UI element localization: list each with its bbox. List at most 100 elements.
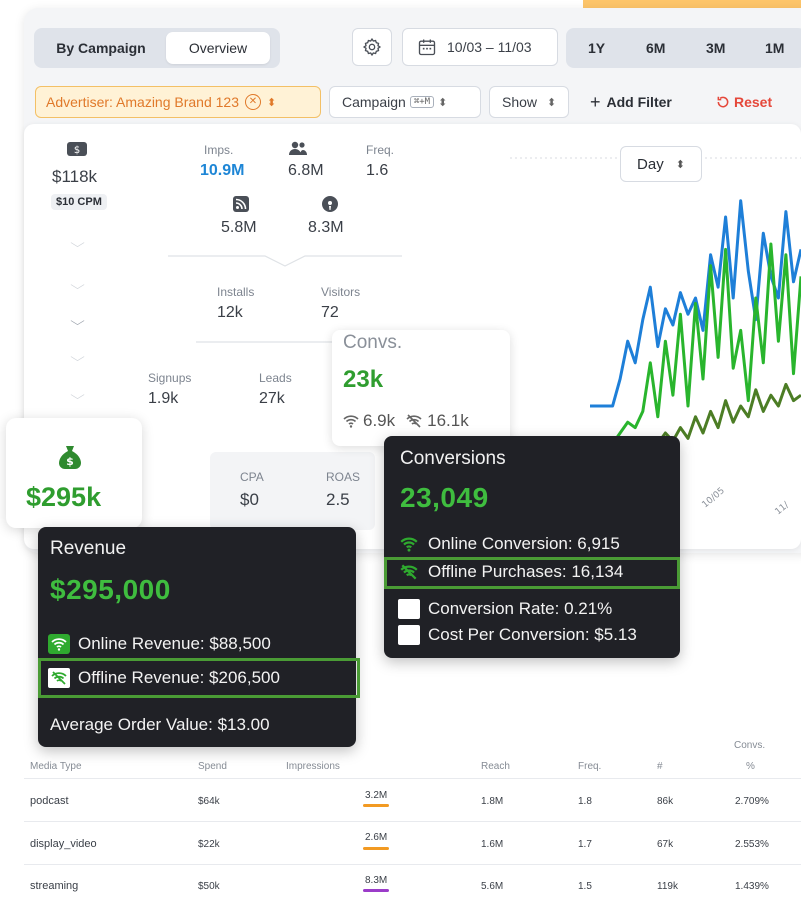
chart-series-line-1[interactable] <box>590 242 801 446</box>
cell-media-type: display_video <box>30 838 97 850</box>
conversion-rate-line: Conversion Rate: 0.21% <box>398 599 612 619</box>
convs-card-value: 23k <box>343 366 384 393</box>
cell-pct: 2.709% <box>735 796 769 807</box>
dashboard: By Campaign Overview 10/03 – 11/03 1Y 6M… <box>0 0 801 905</box>
cell-impressions: 8.3M <box>365 875 388 886</box>
cell-freq: 1.5 <box>578 881 592 892</box>
wifi-icon <box>343 415 359 428</box>
chevron-down-icon: ⌵ <box>70 388 85 402</box>
tab-by-campaign[interactable]: By Campaign <box>40 32 162 64</box>
table-header-count[interactable]: # <box>657 761 663 772</box>
reset-button[interactable]: Reset <box>716 86 772 118</box>
cell-freq: 1.7 <box>578 839 592 850</box>
date-range-picker[interactable]: 10/03 – 11/03 <box>402 28 558 66</box>
revenue-aov-text: Average Order Value: $13.00 <box>50 715 270 734</box>
show-filter-button[interactable]: Show ⬍ <box>489 86 569 118</box>
plus-icon: + <box>590 91 601 112</box>
table-header-reach[interactable]: Reach <box>481 761 510 772</box>
range-6m-button[interactable]: 6M <box>646 28 665 68</box>
leads-label: Leads <box>259 371 292 385</box>
range-1m-button[interactable]: 1M <box>765 28 784 68</box>
table-header-spend[interactable]: Spend <box>198 761 227 772</box>
impressions-bar <box>363 804 389 807</box>
tab-overview[interactable]: Overview <box>166 32 270 64</box>
conversions-online-text: Online Conversion: 6,915 <box>428 534 620 553</box>
blank-icon <box>398 599 420 619</box>
wifi-off-icon <box>48 668 70 688</box>
table-group-header: Convs. <box>734 740 766 751</box>
date-range-label: 10/03 – 11/03 <box>447 39 532 55</box>
cell-impressions: 2.6M <box>365 832 388 843</box>
cell-media-type: podcast <box>30 795 69 807</box>
reset-icon <box>717 96 729 108</box>
signups-value: 1.9k <box>148 390 179 407</box>
cell-spend: $64k <box>198 796 220 807</box>
table-row[interactable] <box>24 822 801 864</box>
cell-freq: 1.8 <box>578 796 592 807</box>
gear-icon <box>362 37 382 57</box>
range-3m-button[interactable]: 3M <box>706 28 725 68</box>
conversions-online-line: Online Conversion: 6,915 <box>398 534 620 554</box>
convs-breakdown: 6.9k 16.1k <box>343 411 469 431</box>
blank-icon <box>398 625 420 645</box>
advertiser-filter-chip[interactable]: Advertiser: Amazing Brand 123 ✕ ⬍ <box>35 86 321 118</box>
convs-offline-value: 16.1k <box>427 411 469 430</box>
granularity-select[interactable]: Day ⬍ <box>620 146 702 182</box>
campaign-shortcut: ⌘+M <box>409 96 435 108</box>
visitors-label: Visitors <box>321 285 361 299</box>
campaign-filter-button[interactable]: Campaign ⌘+M ⬍ <box>329 86 481 118</box>
cell-reach: 1.6M <box>481 839 504 850</box>
chart-series-group <box>590 199 801 457</box>
funnel-divider <box>196 341 336 343</box>
cell-pct: 1.439% <box>735 881 769 892</box>
convs-online-value: 6.9k <box>363 411 396 430</box>
conversions-offline-line: Offline Purchases: 16,134 <box>398 562 623 582</box>
revenue-tooltip-total: $295,000 <box>50 574 171 605</box>
add-filter-button[interactable]: + Add Filter <box>590 86 672 118</box>
revenue-card-value: $295k <box>26 482 102 512</box>
podcast-icon <box>322 196 338 212</box>
table-header-pct[interactable]: % <box>746 761 755 772</box>
chevron-down-icon: ⌵ <box>70 278 85 292</box>
installs-label: Installs <box>217 285 255 299</box>
campaign-filter-label: Campaign <box>342 94 406 110</box>
visitors-value: 72 <box>321 304 339 321</box>
cell-reach: 1.8M <box>481 796 504 807</box>
settings-button[interactable] <box>352 28 392 66</box>
users-icon <box>289 141 307 155</box>
wifi-icon <box>398 534 420 554</box>
funnel-divider <box>168 255 402 267</box>
table-header-freq[interactable]: Freq. <box>578 761 601 772</box>
cell-reach: 5.6M <box>481 881 504 892</box>
imps-value[interactable]: 10.9M <box>200 162 244 180</box>
cell-count: 86k <box>657 796 674 807</box>
installs-value: 12k <box>217 304 243 321</box>
cell-pct: 2.553% <box>735 839 769 850</box>
advertiser-filter-label: Advertiser: Amazing Brand 123 <box>46 94 239 110</box>
revenue-tooltip-title: Revenue <box>50 538 127 559</box>
show-filter-label: Show <box>502 94 538 110</box>
cpa-roas-box <box>210 452 375 530</box>
wifi-off-icon <box>398 562 420 582</box>
cost-per-conversion-text: Cost Per Conversion: $5.13 <box>428 625 637 644</box>
reach-value: 6.8M <box>288 162 324 179</box>
roas-label: ROAS <box>326 470 361 484</box>
table-row[interactable] <box>24 865 801 905</box>
table-header-media-type[interactable]: Media Type <box>30 761 82 772</box>
revenue-offline-line: Offline Revenue: $206,500 <box>48 668 280 688</box>
rss-value: 5.8M <box>221 219 257 236</box>
chevron-down-icon[interactable]: ⌵ <box>70 314 85 329</box>
freq-value: 1.6 <box>366 162 389 179</box>
sort-arrows-icon: ⬍ <box>267 96 277 109</box>
rss-icon <box>233 196 249 212</box>
clear-filter-icon[interactable]: ✕ <box>245 94 261 110</box>
range-1y-button[interactable]: 1Y <box>588 28 605 68</box>
svg-text:$: $ <box>74 145 80 156</box>
revenue-offline-text: Offline Revenue: $206,500 <box>78 668 280 687</box>
conversion-rate-text: Conversion Rate: 0.21% <box>428 599 613 618</box>
cell-impressions: 3.2M <box>365 790 388 801</box>
table-header-impressions[interactable]: Impressions <box>286 761 340 772</box>
impressions-bar <box>363 889 389 892</box>
table-row[interactable] <box>24 779 801 821</box>
cpa-label: CPA <box>240 470 264 484</box>
